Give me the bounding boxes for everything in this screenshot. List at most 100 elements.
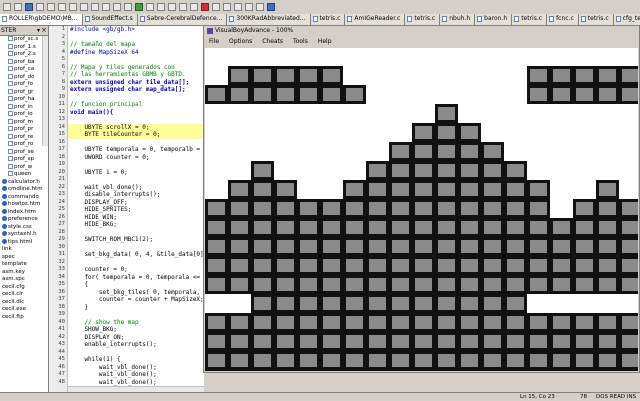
debug-icon[interactable]: [223, 3, 231, 11]
open-file-icon[interactable]: [14, 3, 22, 11]
tree-item[interactable]: prof_re: [0, 133, 48, 142]
tree-item[interactable]: asm.spc: [0, 276, 48, 284]
code-line[interactable]: counter = 0;: [68, 266, 204, 274]
copy-icon[interactable]: [58, 3, 66, 11]
code-line[interactable]: for( temporala = 0, temporala <= 17: [68, 274, 204, 282]
code-line[interactable]: // show the map: [68, 319, 204, 327]
tree-item[interactable]: prof_ba: [0, 58, 48, 67]
code-line[interactable]: [68, 349, 204, 357]
code-line[interactable]: // Mapa y tiles generados con: [68, 64, 204, 72]
tree-item[interactable]: prof_ro: [0, 141, 48, 149]
code-line[interactable]: SHOW_BKG;: [68, 326, 204, 334]
undo-icon[interactable]: [80, 3, 88, 11]
tab-3[interactable]: 300KRadAbbreviated...: [227, 14, 311, 25]
tab-12[interactable]: cfg_tetris.h: [613, 14, 640, 25]
tab-8[interactable]: baron.h: [475, 14, 513, 25]
code-line[interactable]: set_bkg_data( 0, 4, &tile_data[0] );: [68, 251, 204, 259]
code-line[interactable]: HIDE_SPRITES;: [68, 206, 204, 214]
code-line[interactable]: set_bkg_tiles( 0, temporala, 20,: [68, 289, 204, 297]
new-file-icon[interactable]: [3, 3, 11, 11]
tree-item[interactable]: queen: [0, 171, 48, 179]
game-screen[interactable]: [205, 48, 638, 371]
print-icon[interactable]: [36, 3, 44, 11]
tree-item[interactable]: style.css: [0, 223, 48, 232]
tree-item[interactable]: cecil.clr: [0, 291, 48, 299]
tree-item[interactable]: prof_m: [0, 118, 48, 127]
code-line[interactable]: BYTE tileCounter = 0;: [68, 131, 204, 139]
code-line[interactable]: counter = counter + MapSizeX;: [68, 296, 204, 304]
code-line[interactable]: [68, 116, 204, 124]
code-line[interactable]: HIDE_BKG;: [68, 221, 204, 229]
tab-6[interactable]: tetris.c: [405, 14, 441, 25]
code-line[interactable]: enable_interrupts();: [68, 341, 204, 349]
tab-4[interactable]: tetris.c: [310, 14, 346, 25]
code-line[interactable]: [68, 161, 204, 169]
code-line[interactable]: UBYTE scrollX = 0;: [68, 123, 204, 131]
emulator-menu-help[interactable]: Help: [313, 37, 337, 47]
close-icon[interactable]: ×: [40, 26, 47, 35]
code-editor[interactable]: #include <gb/gb.h> // tamaño del mapa #def…: [68, 26, 204, 394]
tab-2[interactable]: Sabre-CerebralDefence...: [137, 14, 228, 25]
paste-icon[interactable]: [69, 3, 77, 11]
tree-item[interactable]: prof_1.s: [0, 43, 48, 52]
tree-item[interactable]: prof_sp: [0, 156, 48, 164]
save-icon[interactable]: [25, 3, 33, 11]
replace-icon[interactable]: [113, 3, 121, 11]
code-line[interactable]: #include <gb/gb.h>: [68, 26, 204, 34]
code-line[interactable]: void main(){: [68, 109, 204, 117]
tab-5[interactable]: AmIGeReader.c: [345, 14, 406, 25]
tab-0[interactable]: ROLLER\gbDEMO\MB...: [0, 14, 83, 25]
code-line[interactable]: // funcion principal: [68, 101, 204, 109]
tree-item[interactable]: template: [0, 261, 48, 269]
goto-icon[interactable]: [124, 3, 132, 11]
code-line[interactable]: [68, 94, 204, 102]
outdent-icon[interactable]: [168, 3, 176, 11]
emulator-menu-cheats[interactable]: Cheats: [257, 37, 288, 47]
code-line[interactable]: [68, 56, 204, 64]
tree-item[interactable]: preference: [0, 216, 48, 224]
tree-item[interactable]: tips.html: [0, 238, 48, 247]
emulator-menu-tools[interactable]: Tools: [288, 37, 313, 47]
code-line[interactable]: wait_vbl_done();: [68, 379, 204, 387]
code-line[interactable]: DISPLAY_OFF;: [68, 199, 204, 207]
code-line[interactable]: [68, 229, 204, 237]
tree-item[interactable]: prof_se: [0, 148, 48, 157]
code-line[interactable]: }: [68, 304, 204, 312]
tree-item[interactable]: prof_w: [0, 163, 48, 172]
code-line[interactable]: extern unsigned char tile_data[];: [68, 79, 204, 87]
code-line[interactable]: DISPLAY_ON;: [68, 334, 204, 342]
macro-record-icon[interactable]: [234, 3, 242, 11]
tab-7[interactable]: nbuh.h: [440, 14, 476, 25]
tab-1[interactable]: SoundEffect.s: [82, 14, 138, 25]
code-line[interactable]: extern unsigned char map_data[];: [68, 86, 204, 94]
tab-9[interactable]: tetris.c: [512, 14, 548, 25]
tree-item[interactable]: prof_fo: [0, 81, 48, 89]
find-icon[interactable]: [102, 3, 110, 11]
macro-play-icon[interactable]: [245, 3, 253, 11]
tree-item[interactable]: prof_ca: [0, 66, 48, 74]
tree-item[interactable]: calculator.h: [0, 178, 48, 187]
tree-item[interactable]: prof_lo: [0, 111, 48, 119]
code-line[interactable]: UBYTE i = 0;: [68, 169, 204, 177]
code-line[interactable]: [68, 176, 204, 184]
tree-item[interactable]: prof_2.s: [0, 51, 48, 59]
tree-item[interactable]: prof_gr: [0, 88, 48, 97]
code-line[interactable]: [68, 311, 204, 319]
emulator-titlebar[interactable]: VisualBoyAdvance - 100%: [204, 26, 639, 36]
run-icon[interactable]: [212, 3, 220, 11]
code-line[interactable]: #define MapSizeX 64: [68, 49, 204, 57]
tab-11[interactable]: tetris.c: [578, 14, 614, 25]
code-line[interactable]: [68, 139, 204, 147]
tree-item[interactable]: howtos.htm: [0, 201, 48, 209]
tree-item[interactable]: syntaxhl.h: [0, 231, 48, 239]
cut-icon[interactable]: [47, 3, 55, 11]
code-line[interactable]: [68, 259, 204, 267]
tree-item[interactable]: cecil.exe: [0, 306, 48, 314]
tree-item[interactable]: prof_ha: [0, 96, 48, 104]
stop-icon[interactable]: [201, 3, 209, 11]
emulator-menu-file[interactable]: File: [204, 37, 224, 47]
uncomment-icon[interactable]: [190, 3, 198, 11]
code-line[interactable]: [68, 34, 204, 42]
tree-item[interactable]: asm.key: [0, 269, 48, 277]
tree-item[interactable]: cmdline.htm: [0, 186, 48, 194]
